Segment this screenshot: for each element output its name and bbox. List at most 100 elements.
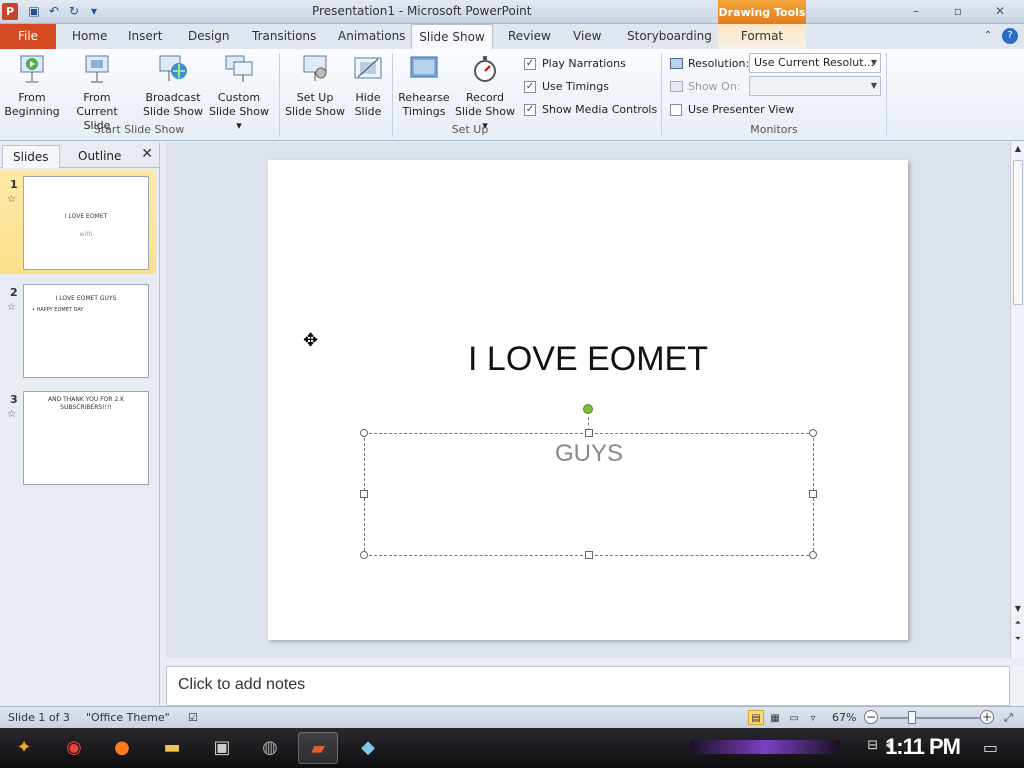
scrollbar-thumb[interactable] (1013, 160, 1023, 305)
group-label-monitors: Monitors (750, 123, 798, 136)
tab-review[interactable]: Review (504, 24, 555, 49)
normal-view-icon[interactable]: ▤ (748, 710, 764, 725)
notification-icon[interactable]: ▭ (983, 738, 998, 757)
slide-thumbnail-row[interactable]: 1 ☆ I LOVE EOMET with (0, 170, 156, 274)
previous-slide-icon[interactable]: ⏶ (1011, 616, 1024, 630)
group-label-set-up: Set Up (451, 123, 489, 136)
tab-view[interactable]: View (569, 24, 605, 49)
start-button[interactable]: ✦ (4, 732, 44, 764)
animation-star-icon: ☆ (7, 194, 16, 205)
resize-handle[interactable] (809, 551, 817, 559)
fit-to-window-icon[interactable]: ⤢ (1004, 711, 1013, 725)
zoom-slider[interactable] (880, 717, 980, 719)
hide-slide-button[interactable]: Hide Slide (348, 53, 388, 119)
close-button[interactable]: ✕ (980, 3, 1020, 21)
taskbar-clock[interactable]: 1:11 PM (885, 734, 961, 760)
minimize-button[interactable]: – (896, 3, 936, 21)
chrome-icon[interactable]: ◉ (54, 732, 94, 764)
tab-format[interactable]: Format (718, 24, 806, 49)
slide-canvas[interactable]: I LOVE EOMET GUYS (268, 160, 908, 640)
powerpoint-taskbar-icon[interactable]: ▰ (298, 732, 338, 764)
slide-title-text[interactable]: I LOVE EOMET (268, 340, 908, 379)
rotation-handle[interactable] (583, 404, 593, 414)
tab-insert[interactable]: Insert (124, 24, 166, 49)
zoom-out-icon[interactable]: − (864, 710, 878, 724)
zoom-slider-knob[interactable] (908, 711, 916, 724)
rehearse-timings-button[interactable]: Rehearse Timings (396, 53, 452, 119)
use-presenter-view-checkbox[interactable]: Use Presenter View (670, 103, 794, 116)
resize-handle[interactable] (585, 551, 593, 559)
help-icon[interactable]: ? (1002, 28, 1018, 44)
maximize-button[interactable]: ▫ (938, 3, 978, 21)
tab-outline[interactable]: Outline (68, 145, 131, 168)
subtitle-text[interactable]: GUYS (365, 440, 813, 468)
tab-slides[interactable]: Slides (2, 145, 60, 168)
close-pane-icon[interactable]: ✕ (141, 146, 153, 162)
subtitle-placeholder[interactable]: GUYS (364, 433, 814, 556)
slide-thumbnail[interactable]: I LOVE EOMET with (23, 176, 149, 270)
resize-handle[interactable] (360, 490, 368, 498)
vertical-scrollbar[interactable]: ▲ ▼ ⏶ ⏷ (1010, 142, 1024, 658)
tab-storyboarding[interactable]: Storyboarding (623, 24, 716, 49)
tab-file[interactable]: File (0, 24, 56, 49)
file-explorer-icon[interactable]: ▬ (152, 732, 192, 764)
use-timings-checkbox[interactable]: ✓ Use Timings (524, 80, 609, 93)
slide-thumbnail-row[interactable]: 3 ☆ AND THANK YOU FOR 2.K SUBSCRIBERS!!!… (0, 385, 156, 489)
slide-thumbnail-row[interactable]: 2 ☆ I LOVE EOMET GUYS • HAPPY EOMET DAY (0, 278, 156, 382)
save-icon[interactable]: ▣ (26, 3, 42, 19)
animation-star-icon: ☆ (7, 302, 16, 313)
network-icon[interactable]: ⊟ (867, 738, 878, 753)
show-on-label: Show On: (670, 80, 741, 93)
group-label-start-slide-show: Start Slide Show (93, 123, 185, 136)
scroll-up-icon[interactable]: ▲ (1011, 142, 1024, 156)
resolution-dropdown[interactable]: Use Current Resolut... ▼ (749, 53, 881, 73)
zoom-level[interactable]: 67% (832, 711, 856, 724)
spell-check-icon[interactable]: ☑ (188, 711, 198, 724)
custom-slide-show-button[interactable]: Custom Slide Show ▾ (205, 53, 273, 133)
from-current-slide-button[interactable]: From Current Slide (62, 53, 132, 133)
zoom-in-icon[interactable]: + (980, 710, 994, 724)
slide-thumbnail[interactable]: I LOVE EOMET GUYS • HAPPY EOMET DAY (23, 284, 149, 378)
customize-toolbar-icon[interactable]: ▾ (86, 3, 102, 19)
notes-pane[interactable]: Click to add notes (166, 666, 1010, 706)
broadcast-slide-show-button[interactable]: Broadcast Slide Show (142, 53, 204, 119)
next-slide-icon[interactable]: ⏷ (1011, 632, 1024, 646)
play-narrations-checkbox[interactable]: ✓ Play Narrations (524, 57, 626, 70)
show-on-dropdown[interactable]: ▼ (749, 76, 881, 96)
redo-icon[interactable]: ↻ (66, 3, 82, 19)
slideshow-view-icon[interactable]: ▿ (805, 710, 821, 725)
app-icon[interactable]: ◆ (348, 732, 388, 764)
set-up-slide-show-button[interactable]: Set Up Slide Show (284, 53, 346, 119)
tab-home[interactable]: Home (68, 24, 111, 49)
monitor-icon (670, 58, 683, 69)
resize-handle[interactable] (360, 429, 368, 437)
quick-access-toolbar: ▣ ↶ ↻ ▾ (26, 3, 102, 19)
slides-pane: Slides Outline ✕ 1 ☆ I LOVE EOMET with 2… (0, 142, 160, 706)
firefox-icon[interactable]: ● (102, 732, 142, 764)
scroll-down-icon[interactable]: ▼ (1011, 602, 1024, 616)
tab-slide-show[interactable]: Slide Show (411, 24, 493, 49)
app-icon[interactable]: ▣ (202, 732, 242, 764)
tab-animations[interactable]: Animations (334, 24, 409, 49)
tab-design[interactable]: Design (184, 24, 233, 49)
tab-transitions[interactable]: Transitions (248, 24, 320, 49)
notes-scrollbar[interactable] (1010, 666, 1024, 706)
undo-icon[interactable]: ↶ (46, 3, 62, 19)
resize-handle[interactable] (809, 490, 817, 498)
slide-thumbnail[interactable]: AND THANK YOU FOR 2.K SUBSCRIBERS!!!! (23, 391, 149, 485)
resolution-label: Resolution: (670, 57, 749, 70)
theme-status[interactable]: "Office Theme" (86, 711, 170, 724)
show-media-controls-checkbox[interactable]: ✓ Show Media Controls (524, 103, 657, 116)
minimize-ribbon-icon[interactable]: ⌃ (980, 28, 996, 44)
reading-view-icon[interactable]: ▭ (786, 710, 802, 725)
checkbox-checked-icon: ✓ (524, 103, 536, 116)
resize-handle[interactable] (360, 551, 368, 559)
resize-handle[interactable] (585, 429, 593, 437)
slide-sorter-icon[interactable]: ▦ (767, 710, 783, 725)
resize-handle[interactable] (809, 429, 817, 437)
camera-app-icon[interactable]: ◍ (250, 732, 290, 764)
from-beginning-button[interactable]: From Beginning (4, 53, 60, 119)
powerpoint-app-icon[interactable]: P (2, 3, 18, 20)
record-slide-show-button[interactable]: Record Slide Show ▾ (452, 53, 518, 133)
notes-placeholder[interactable]: Click to add notes (178, 676, 305, 694)
